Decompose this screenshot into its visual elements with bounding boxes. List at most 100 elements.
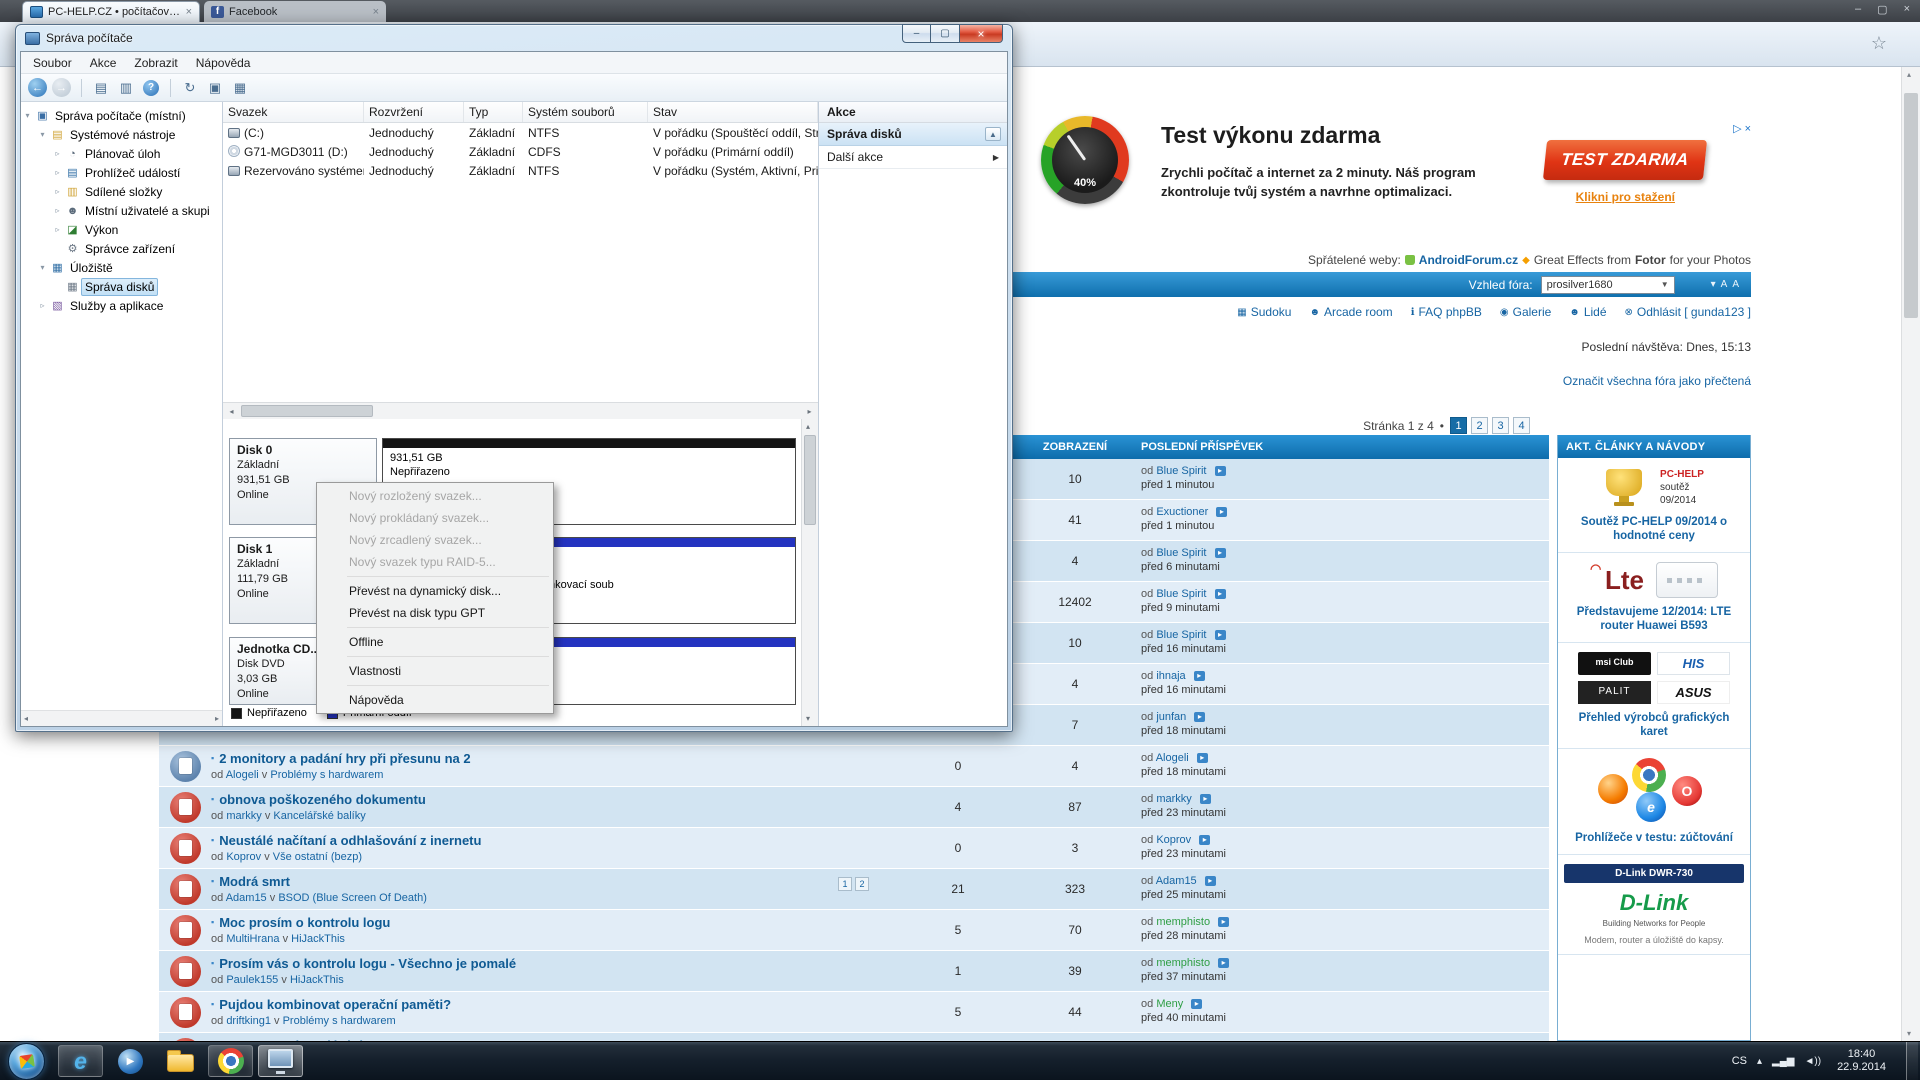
col-svazek[interactable]: Svazek (223, 102, 364, 122)
tree-expander-icon[interactable]: ▹ (51, 225, 64, 234)
goto-last-post-icon[interactable]: ▸ (1218, 917, 1229, 927)
topic-forum-link[interactable]: BSOD (Blue Screen Of Death) (278, 892, 427, 904)
sidebar-article-link[interactable]: Soutěž PC-HELP 09/2014 o hodnotné ceny (1564, 515, 1744, 543)
context-menu-item[interactable] (347, 685, 549, 686)
taskbar-media-player[interactable]: ▶ (108, 1045, 153, 1077)
back-icon[interactable]: ← (28, 78, 47, 97)
last-post-author-link[interactable]: Adam15 (1156, 875, 1197, 887)
topic-row[interactable]: Pujdou kombinovat operační paměti? od dr… (159, 992, 1549, 1033)
volume-icon[interactable] (1805, 1056, 1822, 1067)
tree-item[interactable]: ▾ ▤ Systémové nástroje (21, 125, 222, 144)
ad-test-button[interactable]: TEST ZDARMA (1543, 140, 1707, 180)
last-post-author-link[interactable]: Exuctioner (1156, 506, 1208, 518)
goto-last-post-icon[interactable]: ▸ (1194, 671, 1205, 681)
tree-item[interactable]: ▹ ▥ Sdílené složky (21, 182, 222, 201)
context-menu-item[interactable] (347, 627, 549, 628)
page-scrollbar[interactable] (1901, 67, 1920, 1041)
language-indicator[interactable]: CS (1732, 1055, 1747, 1067)
nav-link[interactable]: ▦ Sudoku (1237, 305, 1291, 319)
goto-last-post-icon[interactable]: ▸ (1215, 630, 1226, 640)
topic-author-link[interactable]: Adam15 (226, 892, 267, 904)
menubar-item[interactable]: Nápověda (187, 53, 260, 73)
context-menu-item[interactable] (347, 576, 549, 577)
menubar-item[interactable]: Akce (81, 53, 126, 73)
topic-title-link[interactable]: Modrá smrt (211, 874, 887, 889)
tree-expander-icon[interactable]: ▾ (36, 263, 49, 272)
last-post-author-link[interactable]: Alogeli (1156, 752, 1189, 764)
adchoices-icon[interactable]: ▷ (1733, 122, 1741, 135)
last-post-author-link[interactable]: Blue Spirit (1156, 465, 1206, 477)
last-post-author-link[interactable]: memphisto (1156, 957, 1210, 969)
browser-maximize-button[interactable]: ▢ (1877, 3, 1887, 16)
topic-forum-link[interactable]: Kancelářské balíky (273, 810, 365, 822)
volume-row[interactable]: (C:) Jednoduchý Základní NTFS V pořádku … (223, 123, 818, 142)
tree-expander-icon[interactable]: ▹ (36, 301, 49, 310)
topic-title-link[interactable]: Moc prosím o kontrolu logu (211, 915, 887, 930)
topic-author-link[interactable]: Paulek155 (226, 974, 278, 986)
hidden-icons-arrow[interactable]: ▴ (1757, 1056, 1762, 1067)
tree-item[interactable]: ▾ ▣ Správa počítače (místní) (21, 106, 222, 125)
close-button[interactable]: × (960, 24, 1003, 43)
topic-row[interactable]: 2 monitory a padání hry při přesunu na 2… (159, 746, 1549, 787)
col-rozvrzeni[interactable]: Rozvržení (364, 102, 464, 122)
col-stav[interactable]: Stav (648, 102, 818, 122)
tree-item[interactable]: ⚙ Správce zařízení (21, 239, 222, 258)
topic-author-link[interactable]: markky (226, 810, 261, 822)
minimize-button[interactable]: – (902, 24, 931, 43)
skin-select[interactable]: prosilver1680 ▼ (1541, 276, 1675, 294)
goto-last-post-icon[interactable]: ▸ (1205, 876, 1216, 886)
context-menu-item[interactable]: Nový zrcadlený svazek... (319, 529, 551, 551)
topic-author-link[interactable]: Alogeli (226, 769, 259, 781)
nav-link[interactable]: ☻ Arcade room (1309, 305, 1392, 319)
tab-pchelp[interactable]: PC-HELP.CZ • počítačové... × (22, 1, 200, 22)
rescan-disks-icon[interactable]: ▣ (204, 77, 226, 99)
topic-row[interactable]: Moc prosím o kontrolu logu od MultiHrana… (159, 910, 1549, 951)
network-icon[interactable] (1772, 1056, 1794, 1067)
scrollbar-thumb[interactable] (1904, 93, 1918, 318)
topic-author-link[interactable]: driftking1 (226, 1015, 271, 1027)
goto-last-post-icon[interactable]: ▸ (1215, 466, 1226, 476)
nav-link[interactable]: ℹ FAQ phpBB (1411, 305, 1482, 319)
last-post-author-link[interactable]: Blue Spirit (1156, 629, 1206, 641)
mark-read-link[interactable]: Označit všechna fóra jako přečtená (1563, 374, 1751, 388)
sidebar-article-link[interactable]: Představujeme 12/2014: LTE router Huawei… (1564, 605, 1744, 633)
refresh-icon[interactable]: ↻ (179, 77, 201, 99)
browser-close-button[interactable]: × (1904, 3, 1910, 16)
col-typ[interactable]: Typ (464, 102, 523, 122)
context-menu-item[interactable]: Nový rozložený svazek... (319, 485, 551, 507)
favorites-star-icon[interactable]: ☆ (1871, 33, 1887, 54)
menubar-item[interactable]: Zobrazit (125, 53, 186, 73)
ad-download-link[interactable]: Klikni pro stažení (1576, 190, 1675, 204)
font-size-icons[interactable]: ▾AA (1711, 279, 1739, 290)
last-post-author-link[interactable]: ihnaja (1156, 670, 1185, 682)
properties-icon[interactable]: ▥ (115, 77, 137, 99)
tree-expander-icon[interactable]: ▹ (51, 149, 64, 158)
tab-facebook[interactable]: f Facebook × (204, 1, 386, 22)
context-menu-item[interactable]: Nový svazek typu RAID-5... (319, 551, 551, 573)
fotor-link[interactable]: Fotor (1635, 253, 1666, 267)
topic-title-link[interactable]: obnova poškozeného dokumentu (211, 792, 887, 807)
last-post-author-link[interactable]: memphisto (1156, 916, 1210, 928)
volume-row[interactable]: Rezervováno systémem Jednoduchý Základní… (223, 161, 818, 180)
page-number-button[interactable]: 3 (1492, 417, 1509, 434)
taskbar-ie[interactable]: e (58, 1045, 103, 1077)
last-post-author-link[interactable]: Blue Spirit (1156, 588, 1206, 600)
scrollbar-thumb[interactable] (804, 435, 816, 525)
topic-author-link[interactable]: MultiHrana (226, 933, 279, 945)
tree-expander-icon[interactable]: ▹ (51, 206, 64, 215)
topic-forum-link[interactable]: Problémy s hardwarem (283, 1015, 396, 1027)
context-menu-item[interactable]: Nový prokládaný svazek... (319, 507, 551, 529)
goto-last-post-icon[interactable]: ▸ (1191, 999, 1202, 1009)
page-number-button[interactable]: 2 (1471, 417, 1488, 434)
topic-author-link[interactable]: Koprov (226, 851, 261, 863)
tree-expander-icon[interactable]: ▾ (36, 130, 49, 139)
tree-item[interactable]: ▾ ▦ Úložiště (21, 258, 222, 277)
topic-row[interactable]: Prosím vás o kontrolu logu - Všechno je … (159, 951, 1549, 992)
topic-forum-link[interactable]: HiJackThis (290, 974, 344, 986)
goto-last-post-icon[interactable]: ▸ (1218, 958, 1229, 968)
browser-minimize-button[interactable]: – (1855, 3, 1861, 16)
taskbar-computer-management[interactable] (258, 1045, 303, 1077)
scroll-left-icon[interactable]: ◂ (223, 403, 240, 419)
scroll-right-icon[interactable]: ▸ (801, 403, 818, 419)
topic-title-link[interactable]: Pujdou kombinovat operační paměti? (211, 997, 887, 1012)
